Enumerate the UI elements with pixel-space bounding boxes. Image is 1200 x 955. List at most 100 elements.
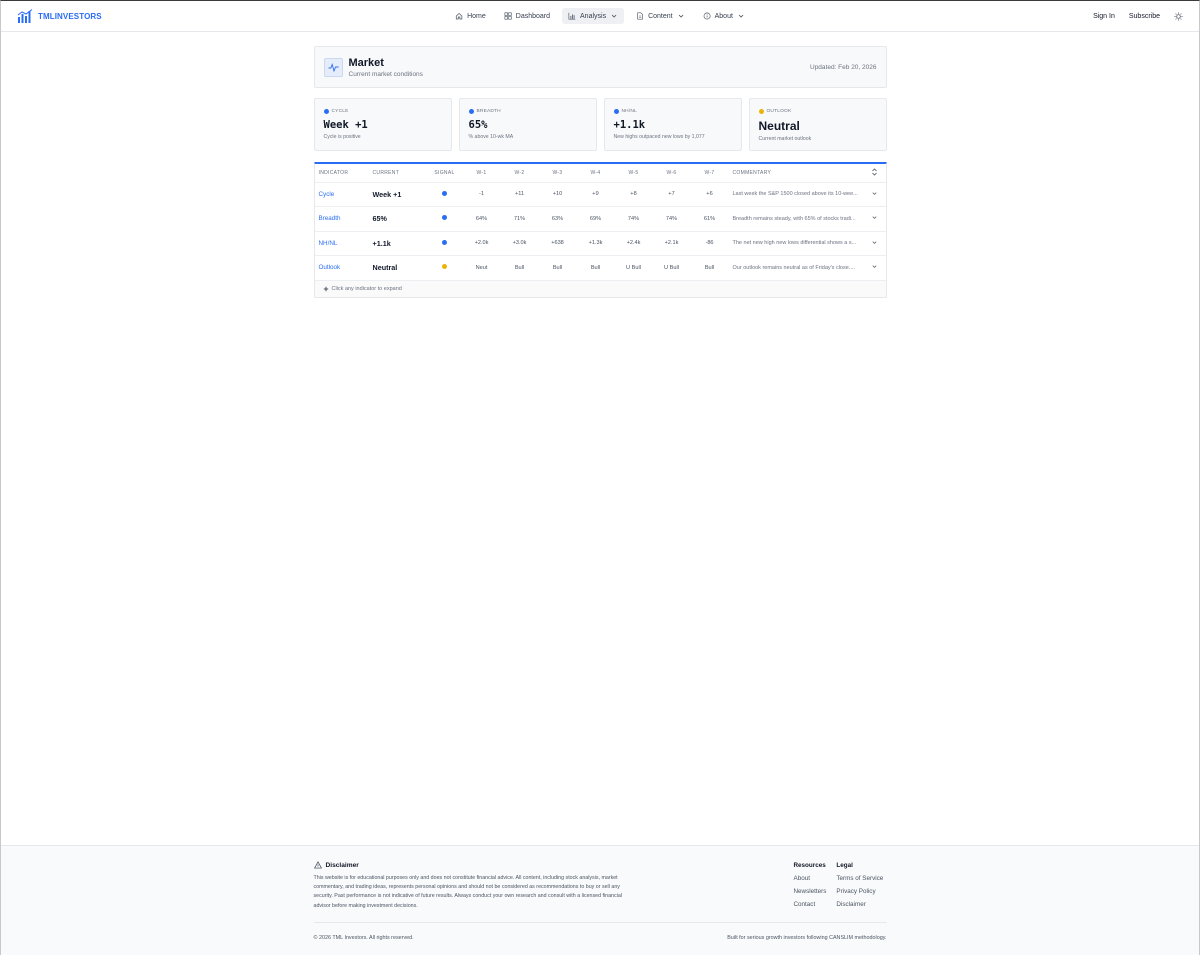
col-header[interactable]: CURRENT [368,164,427,183]
indicators-table: INDICATOR CURRENT SIGNAL W-1 W-2 W-3 W-4… [313,162,887,298]
table-footer: Click any indicator to expand [314,280,886,297]
nav-content[interactable]: Content [630,8,691,24]
col-header[interactable]: INDICATOR [314,164,369,183]
col-header[interactable]: W-2 [500,164,539,183]
sign-in-link[interactable]: Sign In [1093,13,1115,20]
expand-hint: Click any indicator to expand [331,285,402,292]
card-breadth: BREADTH 65% % above 10-wk MA [458,98,597,151]
expand-all-toggle[interactable] [863,164,886,183]
week-value: +9 [576,182,615,207]
current-value: +1.1k [368,231,427,256]
disclaimer-title: Disclaimer [325,861,359,869]
status-dot [323,109,329,114]
activity-icon [323,57,343,77]
nav-dashboard[interactable]: Dashboard [498,8,556,24]
footer-link-terms[interactable]: Terms of Service [836,875,883,882]
nav-actions: Sign In Subscribe [1093,11,1183,21]
commentary: Our outlook remains neutral as of Friday… [728,255,864,281]
nav-dashboard-label: Dashboard [515,12,551,20]
sun-icon[interactable] [1174,11,1183,21]
signal-cell [426,231,463,256]
chevron-down-icon [872,265,877,269]
indicator-name[interactable]: Cycle [314,182,369,207]
indicator-name[interactable]: Outlook [314,255,369,281]
card-desc: Current market outlook [758,136,812,142]
home-icon [455,12,463,20]
chevron-down-icon [738,14,744,18]
site-footer: Disclaimer This website is for education… [1,845,1199,955]
table-row[interactable]: NH/NL +1.1k +2.0k +3.0k +638 +1.3k +2.4k… [314,231,886,256]
footer-link-contact[interactable]: Contact [794,901,827,908]
signal-dot [442,239,447,245]
footer-link-newsletters[interactable]: Newsletters [794,888,827,895]
expand-row-button[interactable] [863,206,886,232]
week-value: Bull [690,255,729,281]
top-nav: TMLINVESTORS Home Dashboard Analysis Con… [1,1,1199,32]
col-header[interactable]: W-3 [538,164,577,183]
col-header[interactable]: W-4 [576,164,615,183]
table-row[interactable]: Cycle Week +1 -1 +11 +10 +9 +8 +7 +6 Las… [314,182,886,207]
col-header[interactable]: W-6 [652,164,691,183]
nav-analysis[interactable]: Analysis [562,8,625,24]
footer-link-privacy[interactable]: Privacy Policy [836,888,883,895]
info-icon [703,12,711,20]
nav-content-label: Content [648,12,673,20]
footer-link-about[interactable]: About [794,875,827,882]
nav-about[interactable]: About [697,8,751,24]
card-value: 65% [468,119,488,131]
week-value: +7 [652,182,691,207]
indicator-name[interactable]: NH/NL [314,231,369,256]
footer-links: Resources About Newsletters Contact Lega… [794,862,884,914]
week-value: -1 [462,182,501,207]
signal-cell [426,206,463,232]
expand-row-button[interactable] [863,255,886,281]
week-value: +1.3k [576,231,615,256]
current-value: 65% [368,206,427,232]
card-value: Neutral [758,119,800,133]
week-value: +10 [538,182,577,207]
card-value: +1.1k [613,119,646,131]
updated-timestamp: Updated: Feb 20, 2026 [810,63,877,71]
main-nav: Home Dashboard Analysis Content About [449,8,751,24]
col-header[interactable]: W-1 [462,164,501,183]
table-row[interactable]: Breadth 65% 64% 71% 63% 69% 74% 74% 61% … [314,206,886,232]
card-label: CYCLE [331,109,349,114]
current-value: Neutral [368,255,427,281]
status-dot [468,109,474,114]
resources-column: Resources About Newsletters Contact [794,862,827,914]
expand-row-button[interactable] [863,182,886,207]
plus-icon [323,286,328,291]
week-value: U Bull [614,255,653,281]
nav-home[interactable]: Home [449,8,492,24]
week-value: Bull [576,255,615,281]
table-row[interactable]: Outlook Neutral Neut Bull Bull Bull U Bu… [314,255,886,281]
disclaimer-text: This website is for educational purposes… [313,875,622,909]
col-header[interactable]: W-7 [690,164,729,183]
bar-chart-logo-icon [17,9,33,23]
indicator-name[interactable]: Breadth [314,206,369,232]
col-header[interactable]: COMMENTARY [728,164,864,183]
col-header[interactable]: SIGNAL [426,164,463,183]
card-outlook: OUTLOOK Neutral Current market outlook [748,98,887,151]
card-label: OUTLOOK [766,109,792,114]
legal-column: Legal Terms of Service Privacy Policy Di… [836,862,883,914]
expand-row-button[interactable] [863,231,886,256]
week-value: +6 [690,182,729,207]
week-value: +2.4k [614,231,653,256]
footer-link-disclaimer[interactable]: Disclaimer [836,901,883,908]
bar-chart-icon [568,12,576,20]
summary-cards: CYCLE Week +1 Cycle is positive BREADTH … [313,98,887,151]
week-value: 64% [462,206,501,232]
card-cycle: CYCLE Week +1 Cycle is positive [313,98,452,151]
brand-logo[interactable]: TMLINVESTORS [17,9,102,23]
commentary: Breadth remains steady, with 65% of stoc… [728,206,864,232]
warning-icon [313,861,322,869]
week-value: 74% [614,206,653,232]
col-header[interactable]: W-5 [614,164,653,183]
nav-about-label: About [714,12,733,20]
signal-dot [442,190,447,196]
chevron-down-icon [872,216,877,220]
chevron-down-icon [872,192,877,195]
subscribe-link[interactable]: Subscribe [1129,13,1160,20]
document-icon [637,12,643,20]
